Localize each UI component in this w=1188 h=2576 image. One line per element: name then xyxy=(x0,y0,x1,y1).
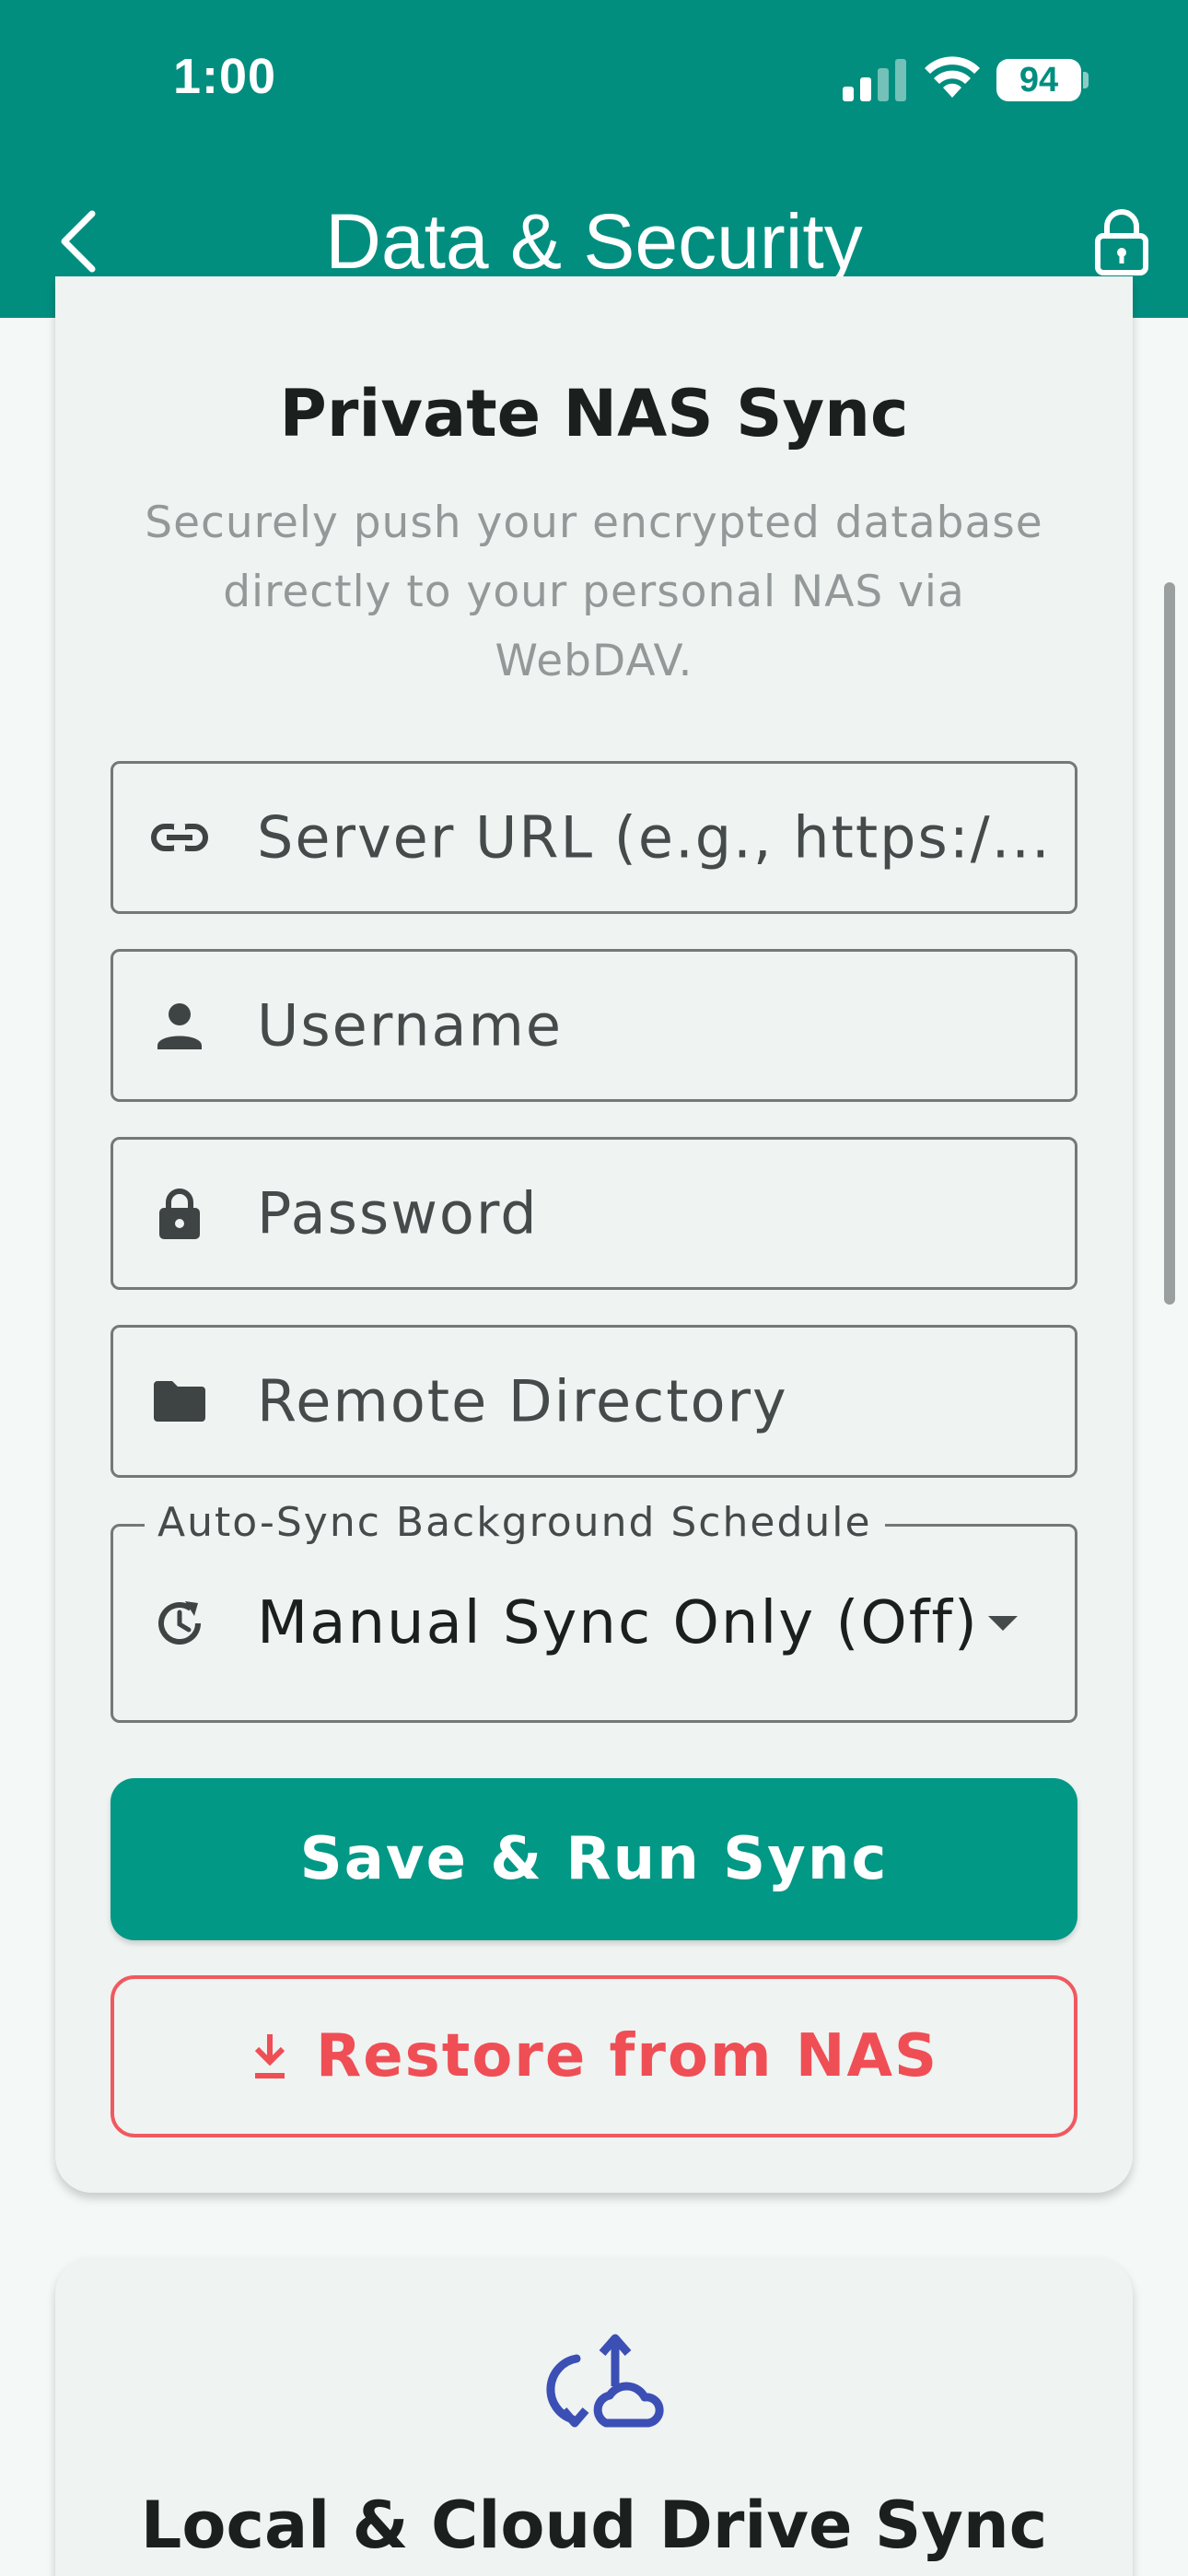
wifi-icon xyxy=(925,56,980,98)
restore-from-nas-button[interactable]: Restore from NAS xyxy=(111,1975,1077,2137)
auto-sync-schedule-value: Manual Sync Only (Off) xyxy=(257,1589,979,1657)
folder-icon xyxy=(154,1381,205,1422)
username-field[interactable]: Username xyxy=(111,949,1077,1102)
username-placeholder: Username xyxy=(257,991,564,1060)
page-title: Data & Security xyxy=(325,198,863,285)
auto-sync-schedule-select[interactable]: Auto-Sync Background Schedule Manual Syn… xyxy=(111,1499,1077,1723)
download-icon xyxy=(254,2034,285,2078)
battery-tip xyxy=(1083,72,1089,88)
server-url-field[interactable]: Server URL (e.g., https:/... xyxy=(111,761,1077,914)
remote-directory-placeholder: Remote Directory xyxy=(257,1367,788,1435)
dropdown-arrow-icon xyxy=(988,1616,1018,1631)
battery-indicator: 94 xyxy=(996,59,1081,101)
cloud-card-title: Local & Cloud Drive Sync xyxy=(140,2488,1048,2563)
scrollbar[interactable] xyxy=(1164,582,1175,1305)
lock-icon xyxy=(159,1188,200,1239)
remote-directory-field[interactable]: Remote Directory xyxy=(111,1325,1077,1478)
lock-icon[interactable] xyxy=(1092,206,1151,276)
password-field[interactable]: Password xyxy=(111,1137,1077,1290)
nas-card-description: Securely push your encrypted database di… xyxy=(145,498,1043,686)
cloud-sync-icon xyxy=(546,2334,664,2428)
password-placeholder: Password xyxy=(257,1179,539,1247)
app-header: 1:00 94 Data & Security xyxy=(0,0,1188,318)
nas-card-title: Private NAS Sync xyxy=(279,376,909,451)
cellular-signal-icon xyxy=(843,59,906,101)
cloud-sync-card: Local & Cloud Drive Sync xyxy=(55,2257,1133,2576)
history-icon xyxy=(158,1601,201,1645)
auto-sync-schedule-label: Auto-Sync Background Schedule xyxy=(145,1499,885,1546)
save-run-sync-button[interactable]: Save & Run Sync xyxy=(111,1778,1077,1940)
status-time: 1:00 xyxy=(173,49,277,104)
server-url-placeholder: Server URL (e.g., https:/... xyxy=(257,803,1052,872)
person-icon xyxy=(157,1003,202,1049)
nas-sync-card: Private NAS Sync Securely push your encr… xyxy=(55,276,1133,2193)
link-icon xyxy=(151,824,208,851)
restore-from-nas-label: Restore from NAS xyxy=(315,2022,939,2090)
battery-level: 94 xyxy=(1019,60,1059,100)
